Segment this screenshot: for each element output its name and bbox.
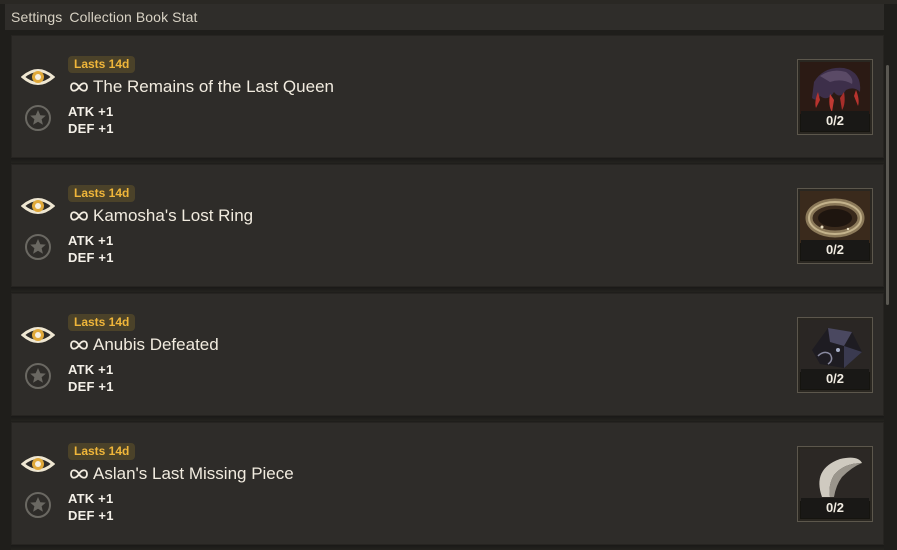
item-thumbnail[interactable]: 0/2 — [797, 188, 873, 264]
duration-badge: Lasts 14d — [68, 443, 136, 460]
stat-atk: ATK +1 — [68, 362, 114, 377]
favorite-star-icon[interactable] — [24, 362, 52, 390]
breadcrumb: Settings Collection Book Stat — [5, 4, 884, 30]
favorite-star-icon[interactable] — [24, 491, 52, 519]
breadcrumb-settings[interactable]: Settings — [11, 9, 62, 25]
favorite-star-icon[interactable] — [24, 233, 52, 261]
collection-card: Lasts 14d Aslan's Last Missing Piece ATK… — [11, 422, 884, 550]
item-thumbnail[interactable]: 0/2 — [797, 446, 873, 522]
scrollbar-thumb[interactable] — [886, 65, 889, 305]
infinity-icon — [70, 211, 88, 221]
eye-icon[interactable] — [20, 63, 56, 91]
horn-fang-image — [800, 449, 870, 501]
scrollbar — [886, 37, 891, 537]
item-thumbnail[interactable]: 0/2 — [797, 59, 873, 135]
item-name: The Remains of the Last Queen — [93, 77, 334, 96]
item-title: Kamosha's Lost Ring — [68, 206, 253, 226]
ring-image — [800, 191, 870, 243]
eye-icon[interactable] — [20, 321, 56, 349]
dark-claw-relic-image — [800, 62, 870, 114]
item-count: 0/2 — [801, 369, 869, 389]
item-thumbnail[interactable]: 0/2 — [797, 317, 873, 393]
stat-def: DEF +1 — [68, 250, 114, 265]
infinity-icon — [70, 469, 88, 479]
eye-icon[interactable] — [20, 192, 56, 220]
stat-def: DEF +1 — [68, 379, 114, 394]
collection-card: Lasts 14d Kamosha's Lost Ring ATK +1 DEF… — [11, 164, 884, 292]
duration-badge: Lasts 14d — [68, 56, 136, 73]
infinity-icon — [70, 82, 88, 92]
breadcrumb-collection-book-stat: Collection Book Stat — [69, 9, 198, 25]
stat-atk: ATK +1 — [68, 491, 114, 506]
item-name: Kamosha's Lost Ring — [93, 206, 254, 225]
dark-shard-image — [800, 320, 870, 372]
item-title: Aslan's Last Missing Piece — [68, 464, 294, 484]
collection-card: Lasts 14d The Remains of the Last Queen … — [11, 35, 884, 163]
item-count: 0/2 — [801, 498, 869, 518]
duration-badge: Lasts 14d — [68, 185, 136, 202]
stat-atk: ATK +1 — [68, 233, 114, 248]
item-count: 0/2 — [801, 240, 869, 260]
collection-card: Lasts 14d Anubis Defeated ATK +1 DEF +1 … — [11, 293, 884, 421]
item-name: Aslan's Last Missing Piece — [93, 464, 294, 483]
favorite-star-icon[interactable] — [24, 104, 52, 132]
item-count: 0/2 — [801, 111, 869, 131]
item-name: Anubis Defeated — [93, 335, 219, 354]
infinity-icon — [70, 340, 88, 350]
stat-def: DEF +1 — [68, 508, 114, 523]
duration-badge: Lasts 14d — [68, 314, 136, 331]
stat-atk: ATK +1 — [68, 104, 114, 119]
stat-def: DEF +1 — [68, 121, 114, 136]
item-title: The Remains of the Last Queen — [68, 77, 334, 97]
item-title: Anubis Defeated — [68, 335, 219, 355]
eye-icon[interactable] — [20, 450, 56, 478]
